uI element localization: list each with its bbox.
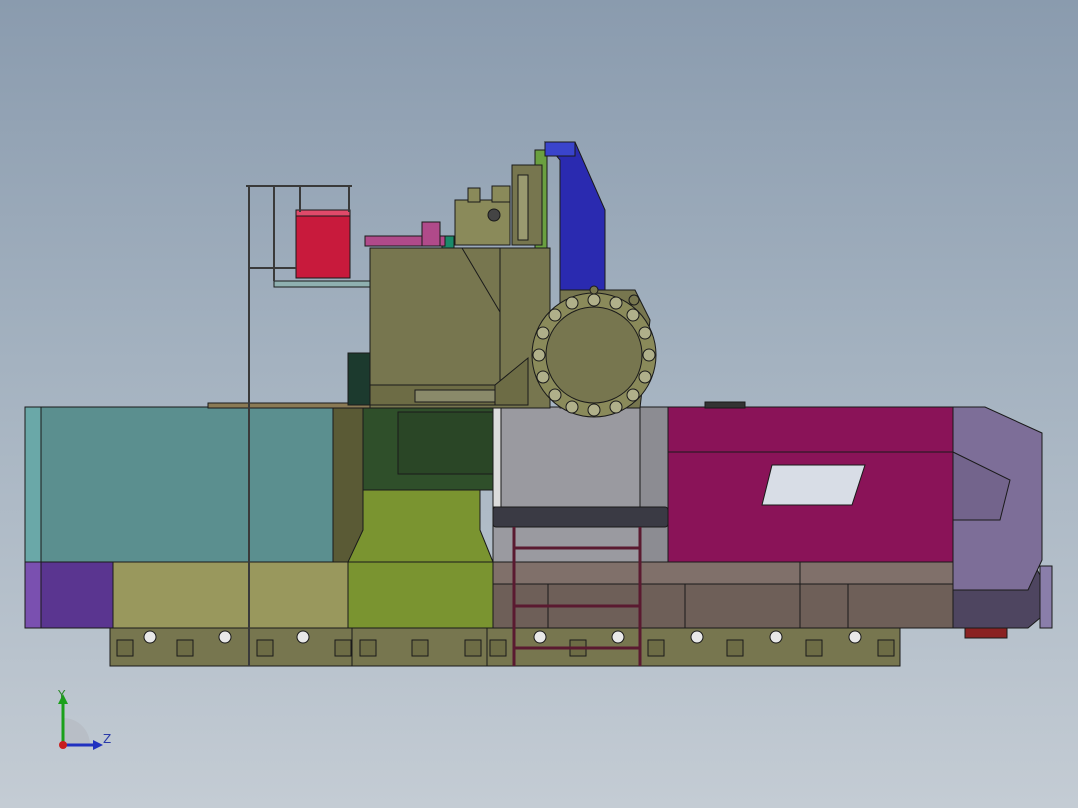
rear-bracket [704, 401, 746, 409]
gray-shelf [492, 506, 669, 528]
pneumatic-block[interactable] [364, 221, 446, 247]
base-skid[interactable] [109, 627, 901, 667]
platform-deck [273, 280, 371, 288]
lime-chute [347, 489, 494, 563]
red-control-box [295, 211, 351, 279]
teal-cover-panel [40, 406, 334, 563]
cad-viewport[interactable]: Y Z [0, 0, 1078, 808]
blue-motor-cover [543, 141, 606, 301]
foot-pad [964, 627, 1008, 639]
machine-model[interactable] [0, 0, 1078, 808]
head-housing[interactable] [347, 247, 551, 409]
tool-clamp [454, 199, 511, 246]
viewing-window [761, 464, 866, 506]
lower-bed[interactable] [24, 561, 1053, 639]
axis-y-label: Y [58, 688, 66, 702]
tool-magazine[interactable] [531, 285, 657, 418]
lime-bed-section [347, 561, 494, 629]
khaki-bed-section [112, 561, 349, 629]
coordinate-triad-icon [58, 694, 103, 750]
axis-z-label: Z [103, 732, 112, 746]
